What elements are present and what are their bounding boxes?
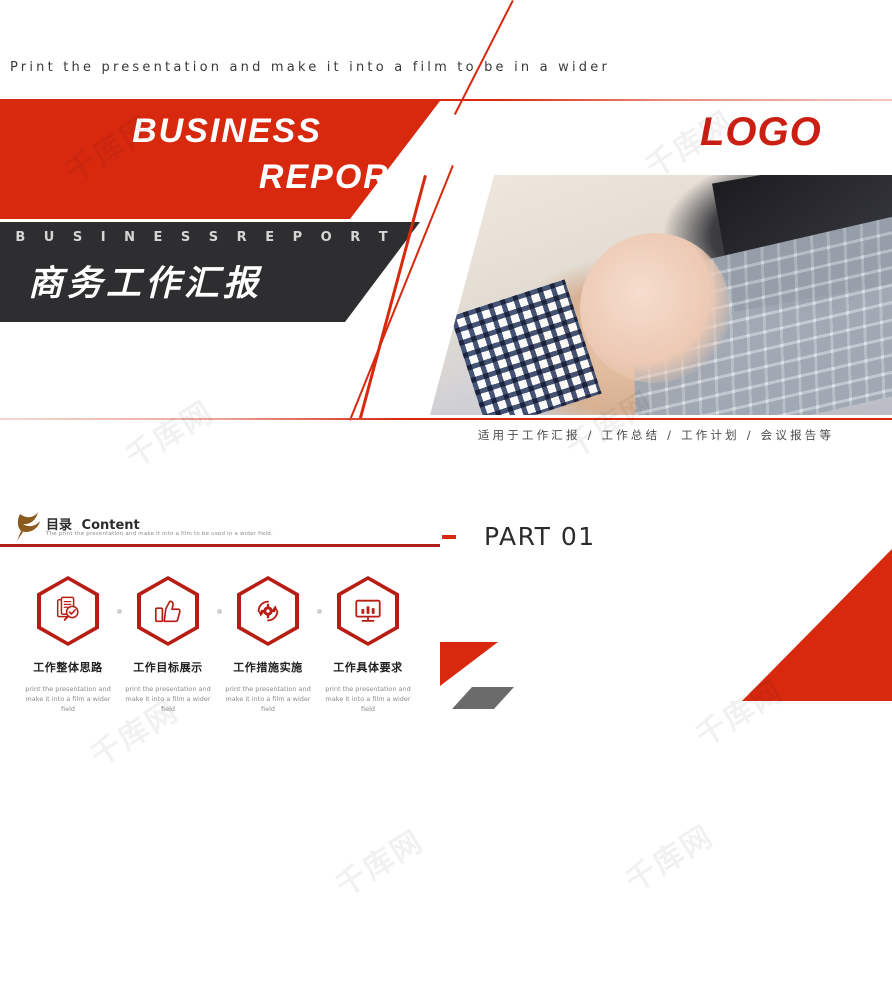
part-marker	[442, 535, 456, 539]
red-triangle-large	[742, 549, 892, 701]
gray-accent-bar	[452, 687, 514, 709]
feature-title: 工作整体思路	[33, 661, 103, 674]
logo-text: LOGO	[700, 110, 822, 154]
watermark: 千库网	[329, 823, 430, 905]
presentation-preview: Print the presentation and make it into …	[0, 0, 892, 988]
cover-diagonal-line-top	[453, 0, 514, 115]
feature-title: 工作目标展示	[133, 661, 203, 674]
gear-refresh-icon	[257, 600, 279, 622]
feature-title: 工作措施实施	[233, 661, 303, 674]
cover-caption: 适用于工作汇报 / 工作总结 / 工作计划 / 会议报告等	[477, 428, 835, 442]
thumbs-up-icon	[154, 600, 181, 623]
hexagon-frame	[237, 576, 299, 646]
feature-item-1[interactable]: 工作整体思路 print the presentation and make i…	[18, 576, 122, 714]
hand-shape	[580, 233, 730, 383]
feature-title: 工作具体要求	[333, 661, 403, 674]
cover-photo-laptop	[430, 175, 892, 415]
part-label: PART 01	[484, 522, 596, 551]
hexagon-frame	[337, 576, 399, 646]
slide-content: 目录 Content The print the presentation an…	[0, 494, 892, 988]
toc-divider	[0, 544, 440, 547]
cover-title-line1: BUSINESS	[132, 112, 322, 150]
document-check-icon	[56, 596, 79, 621]
red-triangle-small	[440, 642, 498, 686]
toc-subtitle: The print the presentation and make it i…	[46, 531, 273, 537]
cover-english-label: B U S I N E S S R E P O R T	[15, 230, 395, 245]
watermark: 千库网	[619, 818, 720, 900]
watermark: 千库网	[119, 394, 220, 476]
cover-bottom-rule	[0, 418, 892, 420]
cover-chinese-title: 商务工作汇报	[28, 264, 263, 304]
hexagon-frame	[37, 576, 99, 646]
feature-desc: print the presentation and make it into …	[325, 685, 411, 714]
monitor-chart-icon	[355, 599, 381, 622]
cover-top-rule	[0, 99, 892, 101]
slide-cover: Print the presentation and make it into …	[0, 0, 892, 494]
feature-desc: print the presentation and make it into …	[225, 685, 311, 714]
brush-stroke-icon	[17, 512, 40, 541]
feature-item-4[interactable]: 工作具体要求 print the presentation and make i…	[318, 576, 418, 714]
cover-title-line2: REPORT	[258, 158, 412, 196]
feature-item-2[interactable]: 工作目标展示 print the presentation and make i…	[118, 576, 222, 714]
feature-desc: print the presentation and make it into …	[25, 685, 111, 714]
cover-subtitle: Print the presentation and make it into …	[10, 60, 610, 75]
feature-item-3[interactable]: 工作措施实施 print the presentation and make i…	[218, 576, 322, 714]
feature-desc: print the presentation and make it into …	[125, 685, 211, 714]
hexagon-frame	[137, 576, 199, 646]
feature-hexagon-row: 工作整体思路 print the presentation and make i…	[18, 576, 438, 714]
